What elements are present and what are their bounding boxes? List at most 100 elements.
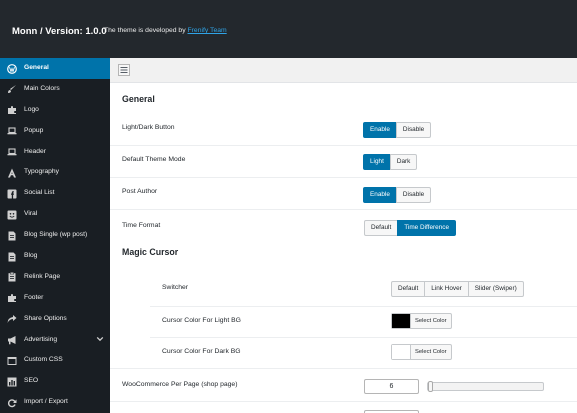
sidebar-item-label: SEO xyxy=(24,377,39,385)
chart-bars-icon xyxy=(7,377,17,387)
woo-per-page-label: WooCommerce Per Page (shop page) xyxy=(122,381,238,388)
switcher-label: Switcher xyxy=(162,284,189,291)
sidebar-item-blog-single[interactable]: Blog Single (wp post) xyxy=(0,225,110,246)
sidebar-item-blog[interactable]: Blog xyxy=(0,246,110,267)
color-swatch xyxy=(392,314,410,328)
section-title-magic-cursor: Magic Cursor xyxy=(122,247,179,257)
puzzle-icon xyxy=(7,293,17,303)
wordpress-icon xyxy=(7,63,17,74)
row-divider xyxy=(110,209,577,210)
post-author-toggle: Enable Disable xyxy=(363,187,432,203)
link-hover-option[interactable]: Link Hover xyxy=(424,281,469,297)
typography-icon xyxy=(7,168,17,178)
sidebar-item-label: Blog Single (wp post) xyxy=(24,231,88,239)
switcher-toggle: Default Link Hover Slider (Swiper) xyxy=(391,281,524,297)
sidebar-item-label: Social List xyxy=(24,189,55,197)
default-theme-mode-label: Default Theme Mode xyxy=(122,156,186,163)
sidebar-item-viral[interactable]: Viral xyxy=(0,204,110,225)
smiley-icon xyxy=(7,210,17,220)
default-theme-mode-toggle: Light Dark xyxy=(363,154,418,170)
brush-icon xyxy=(7,84,17,94)
dark-option[interactable]: Dark xyxy=(389,154,418,170)
options-toolbar xyxy=(110,58,577,83)
expand-options-button[interactable] xyxy=(118,64,130,76)
select-color-button[interactable]: Select Color xyxy=(410,345,451,359)
time-difference-option[interactable]: Time Difference xyxy=(397,220,456,236)
row-divider xyxy=(110,177,577,178)
facebook-icon xyxy=(7,189,17,199)
expand-options-icon xyxy=(119,65,129,75)
sidebar-item-advertising[interactable]: Advertising xyxy=(0,330,110,351)
sidebar-item-label: Typography xyxy=(24,168,59,176)
document-icon xyxy=(7,252,17,262)
cursor-dark-label: Cursor Color For Dark BG xyxy=(162,348,241,355)
time-format-toggle: Default Time Difference xyxy=(364,220,456,236)
slider-handle[interactable] xyxy=(428,381,433,392)
row-divider xyxy=(110,401,577,402)
document-icon xyxy=(7,231,17,241)
sidebar-item-social-list[interactable]: Social List xyxy=(0,183,110,204)
sidebar-item-label: General xyxy=(24,64,49,71)
sidebar-item-typography[interactable]: Typography xyxy=(0,162,110,183)
post-author-label: Post Author xyxy=(122,188,158,195)
row-divider xyxy=(110,368,577,369)
sidebar-item-label: Advertising xyxy=(24,335,58,343)
sidebar-item-logo[interactable]: Logo xyxy=(0,100,110,121)
developer-link[interactable]: Frenify Team xyxy=(188,27,227,34)
laptop-icon xyxy=(7,126,17,136)
light-option[interactable]: Light xyxy=(363,154,391,170)
woo-per-page-slider[interactable] xyxy=(427,382,544,391)
share-icon xyxy=(7,314,17,324)
sidebar-item-label: Import / Export xyxy=(24,398,68,406)
sidebar-item-header[interactable]: Header xyxy=(0,142,110,163)
disable-option[interactable]: Disable xyxy=(395,122,432,138)
cursor-light-label: Cursor Color For Light BG xyxy=(162,317,241,324)
slider-swiper-option[interactable]: Slider (Swiper) xyxy=(467,281,524,297)
options-sidebar: General Main Colors Logo Popup Header Ty… xyxy=(0,58,110,413)
developer-credit: The theme is developed by Frenify Team xyxy=(104,27,227,34)
top-header: Monn / Version: 1.0.0 The theme is devel… xyxy=(0,0,577,58)
sidebar-item-label: Viral xyxy=(24,210,38,218)
time-format-label: Time Format xyxy=(122,222,161,229)
row-divider xyxy=(150,337,577,338)
light-dark-button-toggle: Enable Disable xyxy=(363,122,432,138)
sidebar-item-relink-page[interactable]: Relink Page xyxy=(0,267,110,288)
row-divider xyxy=(110,145,577,146)
sidebar-item-custom-css[interactable]: Custom CSS xyxy=(0,350,110,371)
sidebar-item-import-export[interactable]: Import / Export xyxy=(0,392,110,413)
sidebar-item-popup[interactable]: Popup xyxy=(0,121,110,142)
color-swatch xyxy=(392,345,410,359)
select-color-button[interactable]: Select Color xyxy=(410,314,451,328)
sidebar-item-label: Blog xyxy=(24,252,38,260)
sidebar-item-main-colors[interactable]: Main Colors xyxy=(0,79,110,100)
woo-per-page-input[interactable]: 6 xyxy=(364,379,419,394)
cursor-light-color-picker[interactable]: Select Color xyxy=(391,313,452,329)
sidebar-item-share-options[interactable]: Share Options xyxy=(0,309,110,330)
section-title-general: General xyxy=(122,94,155,104)
sidebar-item-label: Relink Page xyxy=(24,272,61,280)
chevron-down-icon[interactable] xyxy=(96,330,104,351)
sidebar-item-label: Header xyxy=(24,147,46,155)
sidebar-item-label: Popup xyxy=(24,126,44,134)
sidebar-item-label: Share Options xyxy=(24,314,67,322)
enable-option[interactable]: Enable xyxy=(363,122,397,138)
theme-title: Monn / Version: 1.0.0 xyxy=(12,26,107,37)
sidebar-item-label: Custom CSS xyxy=(24,356,63,364)
default-option[interactable]: Default xyxy=(391,281,426,297)
refresh-icon xyxy=(7,398,17,408)
sidebar-item-label: Logo xyxy=(24,105,39,113)
row-divider xyxy=(150,306,577,307)
puzzle-icon xyxy=(7,105,17,115)
code-icon xyxy=(7,356,17,366)
megaphone-icon xyxy=(7,335,17,345)
sidebar-item-footer[interactable]: Footer xyxy=(0,288,110,309)
cursor-dark-color-picker[interactable]: Select Color xyxy=(391,344,452,360)
disable-option[interactable]: Disable xyxy=(395,187,432,203)
sidebar-item-seo[interactable]: SEO xyxy=(0,371,110,392)
sidebar-item-label: Main Colors xyxy=(24,84,60,92)
sidebar-item-general[interactable]: General xyxy=(0,58,110,79)
default-option[interactable]: Default xyxy=(364,220,399,236)
enable-option[interactable]: Enable xyxy=(363,187,397,203)
clipboard-icon xyxy=(7,272,17,282)
sidebar-item-label: Footer xyxy=(24,293,44,301)
